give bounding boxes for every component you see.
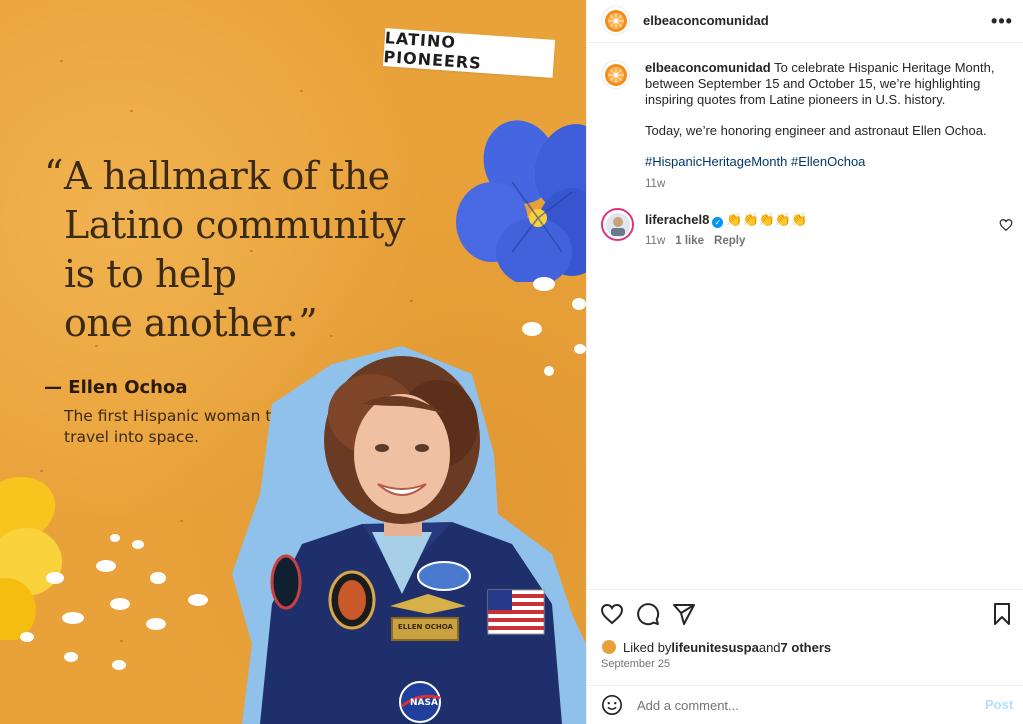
liked-by-prefix: Liked by xyxy=(623,639,672,655)
post-date[interactable]: September 25 xyxy=(601,658,670,670)
emoji-icon[interactable] xyxy=(601,694,623,716)
post-header: elbeaconcomunidad ••• xyxy=(587,0,1023,43)
decorative-dot xyxy=(150,572,166,584)
orange-slice-icon xyxy=(604,63,627,86)
speck xyxy=(120,640,123,642)
avatar[interactable] xyxy=(601,208,634,241)
decorative-dot xyxy=(572,298,586,310)
post-sidebar: elbeaconcomunidad ••• elbeaconcomunidad … xyxy=(586,0,1023,724)
comment-meta: 11w 1 like Reply xyxy=(645,235,745,247)
comment-body: liferachel8 ✓ 👏👏👏👏👏 xyxy=(645,212,807,228)
astronaut-photo: ELLEN OCHOA NASA xyxy=(212,344,586,724)
bookmark-icon[interactable] xyxy=(990,602,1014,626)
speck xyxy=(180,520,183,522)
avatar[interactable] xyxy=(601,60,630,89)
avatar[interactable] xyxy=(601,6,630,35)
decorative-dot xyxy=(110,598,130,610)
post-image[interactable]: LATINO PIONEERS “ A hallmark of the Lati… xyxy=(0,0,586,724)
quote-author: — Ellen Ochoa xyxy=(44,377,188,398)
blue-flower-illustration xyxy=(456,120,586,282)
decorative-dot xyxy=(146,618,166,630)
comment-likes[interactable]: 1 like xyxy=(675,235,704,247)
liked-by-user[interactable]: lifeunitesuspa xyxy=(671,640,758,655)
decorative-dot xyxy=(132,540,144,549)
liked-by-and: and xyxy=(758,639,781,655)
decorative-dot xyxy=(46,572,64,584)
name-patch: ELLEN OCHOA xyxy=(398,623,453,631)
post-comment-button[interactable]: Post xyxy=(985,697,1013,712)
quote-line: one another.” xyxy=(64,301,318,345)
liked-by-others[interactable]: 7 others xyxy=(781,640,832,655)
decorative-dot xyxy=(20,632,34,642)
comment-text: 👏👏👏👏👏 xyxy=(726,212,808,227)
speck xyxy=(130,110,133,112)
caption-text: elbeaconcomunidad To celebrate Hispanic … xyxy=(645,60,1005,185)
orange-slice-icon xyxy=(604,9,627,32)
like-comment-heart-icon[interactable] xyxy=(999,218,1013,232)
verified-badge-icon: ✓ xyxy=(712,217,724,228)
comment-icon[interactable] xyxy=(636,602,660,626)
decorative-dot xyxy=(112,660,126,670)
comment-username[interactable]: liferachel8 xyxy=(645,212,709,227)
speck xyxy=(300,90,303,92)
add-comment-bar: Post xyxy=(587,685,1023,724)
liked-by: Liked by lifeunitesuspa and 7 others xyxy=(601,639,831,655)
liker-avatar[interactable] xyxy=(601,639,617,655)
decorative-dot xyxy=(188,594,208,606)
latino-pioneers-tag: LATINO PIONEERS xyxy=(382,28,556,78)
speck xyxy=(60,60,63,62)
decorative-dot xyxy=(62,612,84,624)
post-author-username[interactable]: elbeaconcomunidad xyxy=(643,13,769,28)
quote-line: Latino community xyxy=(64,203,405,247)
comment: liferachel8 ✓ 👏👏👏👏👏 11w 1 like Reply xyxy=(601,208,1011,248)
decorative-dot xyxy=(522,322,542,336)
user-avatar-icon xyxy=(605,212,630,237)
decorative-dot xyxy=(110,534,120,542)
decorative-dot xyxy=(96,560,116,572)
quote-line: A hallmark of the xyxy=(64,154,390,198)
decorative-dot xyxy=(533,277,555,291)
comment-timestamp[interactable]: 11w xyxy=(645,235,665,247)
comment-input[interactable] xyxy=(637,694,967,716)
decorative-dot xyxy=(64,652,78,662)
caption-hashtags[interactable]: #HispanicHeritageMonth #EllenOchoa xyxy=(645,154,1005,170)
more-options-icon[interactable]: ••• xyxy=(989,8,1015,34)
quote-line: is to help xyxy=(64,252,237,296)
reply-button[interactable]: Reply xyxy=(714,235,745,247)
astronaut-portrait xyxy=(232,346,586,724)
share-icon[interactable] xyxy=(672,602,696,626)
nasa-logo: NASA xyxy=(410,698,438,708)
quote-text: “ A hallmark of the Latino community is … xyxy=(44,152,464,348)
caption-username[interactable]: elbeaconcomunidad xyxy=(645,60,771,75)
quote-open-mark: “ xyxy=(44,152,63,196)
caption-body-2: Today, we’re honoring engineer and astro… xyxy=(645,123,987,138)
heart-icon[interactable] xyxy=(600,602,624,626)
post-actions: Liked by lifeunitesuspa and 7 others Sep… xyxy=(587,589,1023,685)
caption-timestamp[interactable]: 11w xyxy=(645,178,665,190)
yellow-flower-illustration xyxy=(0,476,62,640)
